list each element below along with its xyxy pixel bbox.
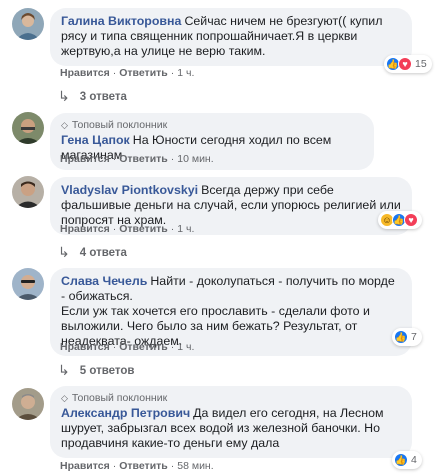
reaction-summary[interactable]: 👍 7: [392, 328, 422, 346]
replies-count[interactable]: 5 ответов: [80, 365, 135, 377]
comment-time[interactable]: 1 ч.: [177, 67, 194, 79]
top-fan-badge: ◇ Топовый поклонник: [61, 119, 168, 131]
comment-author[interactable]: Галина Викторовна: [61, 14, 181, 28]
reply-button[interactable]: Ответить: [119, 341, 168, 353]
reaction-summary[interactable]: 👍 ♥ 15: [384, 55, 432, 73]
replies-count[interactable]: 3 ответа: [80, 91, 127, 103]
like-button[interactable]: Нравится: [60, 67, 110, 79]
diamond-icon: ◇: [61, 393, 68, 403]
love-reaction-icon: ♥: [398, 57, 412, 71]
reply-arrow-icon: ↳: [58, 244, 70, 260]
reaction-count: 7: [411, 331, 417, 343]
reply-button[interactable]: Ответить: [119, 153, 168, 165]
view-replies-button[interactable]: ↳ 4 ответа: [58, 244, 127, 261]
avatar[interactable]: [12, 112, 44, 144]
reaction-summary[interactable]: 👍 4: [392, 451, 422, 469]
comment-time[interactable]: 58 мин.: [177, 460, 213, 472]
diamond-icon: ◇: [61, 120, 68, 130]
reply-arrow-icon: ↳: [58, 362, 70, 378]
top-fan-badge: ◇ Топовый поклонник: [61, 392, 168, 404]
avatar[interactable]: [12, 8, 44, 40]
avatar[interactable]: [12, 388, 44, 420]
like-button[interactable]: Нравится: [60, 460, 110, 472]
comment-meta: Нравится · Ответить · 1 ч.: [60, 223, 195, 235]
comment-author[interactable]: Александр Петрович: [61, 406, 190, 420]
view-replies-button[interactable]: ↳ 3 ответа: [58, 88, 127, 105]
comment-time[interactable]: 1 ч.: [177, 223, 194, 235]
like-button[interactable]: Нравится: [60, 341, 110, 353]
comment-bubble: ◇ Топовый поклонник Александр Петрович Да …: [50, 386, 412, 458]
comment-meta: Нравится · Ответить · 1 ч.: [60, 67, 195, 79]
reply-button[interactable]: Ответить: [119, 460, 168, 472]
comment-author[interactable]: Слава Чечель: [61, 274, 147, 288]
reaction-count: 4: [411, 454, 417, 466]
comment-author[interactable]: Vladyslav Piontkovskyi: [61, 183, 198, 197]
reply-button[interactable]: Ответить: [119, 223, 168, 235]
comment-time[interactable]: 1 ч.: [177, 341, 194, 353]
comment-author[interactable]: Гена Цапок: [61, 133, 130, 147]
avatar[interactable]: [12, 268, 44, 300]
comment-meta: Нравится · Ответить · 10 мин.: [60, 153, 214, 165]
reaction-count: 15: [415, 58, 427, 70]
avatar[interactable]: [12, 176, 44, 208]
replies-count[interactable]: 4 ответа: [80, 247, 127, 259]
comment-meta: Нравится · Ответить · 1 ч.: [60, 341, 195, 353]
like-reaction-icon: 👍: [394, 453, 408, 467]
like-button[interactable]: Нравится: [60, 223, 110, 235]
reply-button[interactable]: Ответить: [119, 67, 168, 79]
view-replies-button[interactable]: ↳ 5 ответов: [58, 362, 134, 379]
reply-arrow-icon: ↳: [58, 88, 70, 104]
like-button[interactable]: Нравится: [60, 153, 110, 165]
comment-meta: Нравится · Ответить · 58 мин.: [60, 460, 214, 472]
comment-bubble: Галина Викторовна Сейчас ничем не брезгую…: [50, 8, 412, 66]
love-reaction-icon: ♥: [404, 213, 418, 227]
reaction-summary[interactable]: ☺ 👍 ♥: [378, 211, 422, 229]
comment-time[interactable]: 10 мин.: [177, 153, 213, 165]
like-reaction-icon: 👍: [394, 330, 408, 344]
